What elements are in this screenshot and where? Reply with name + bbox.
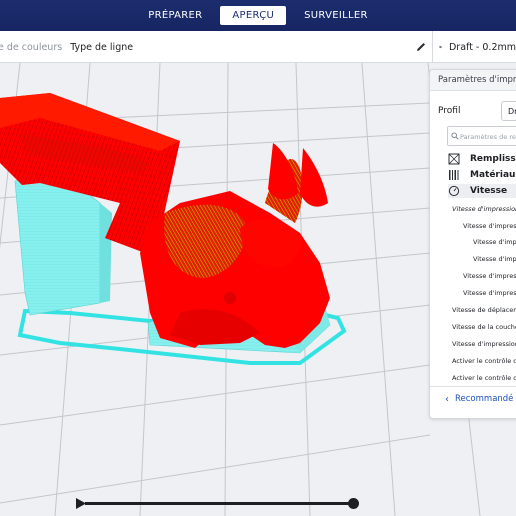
setting-wall-speed[interactable]: Vitesse d'imp [473,238,516,246]
search-icon [451,132,459,140]
settings-search-input[interactable]: Paramètres de rec [447,126,516,146]
color-scheme-value: Type de ligne [70,41,134,53]
setting-travel-speed[interactable]: Vitesse de déplacem [452,306,516,314]
setting-support-speed[interactable]: Vitesse d'impress [463,289,516,297]
setting-initial-layer-speed[interactable]: Vitesse de la couche [452,323,516,331]
setting-outer-wall-speed[interactable]: Vitesse d'imp [473,255,516,263]
category-infill-label: Remplissa [470,154,516,164]
category-material-label: Matériau [470,170,516,180]
print-setup-label: Draft - 0.2mm [448,41,516,53]
tab-prepare[interactable]: PRÉPARER [136,6,214,25]
view-toolbar: e de couleurs Type de ligne Draft - 0.2m… [0,31,516,63]
color-scheme-label: e de couleurs [0,41,63,53]
profile-label: Profil [438,106,461,116]
color-scheme-selector[interactable]: e de couleurs Type de ligne [0,31,432,63]
stage-menu: PRÉPARER APERÇU SURVEILLER [0,0,516,31]
print-settings-panel: Paramètres d'impr Profil Dr Paramètres d… [429,69,516,419]
chevron-left-icon: ‹ [445,393,449,405]
setting-print-speed[interactable]: Vitesse d'impression [452,205,516,213]
print-setup-selector[interactable]: Draft - 0.2mm [432,31,516,63]
category-speed-label: Vitesse [470,186,508,196]
setting-topbottom-speed[interactable]: Vitesse d'impress [463,272,516,280]
speed-icon [448,185,460,197]
recommended-button[interactable]: ‹ Recommandé [430,386,516,411]
setting-accel-control[interactable]: Activer le contrôle d' [452,357,516,365]
setting-jerk-control[interactable]: Activer le contrôle de [452,374,516,382]
layer-slider-track[interactable] [85,502,355,505]
setting-infill-speed[interactable]: Vitesse d'impress [463,222,516,230]
recommended-label: Recommandé [455,394,514,404]
infill-icon [448,153,460,165]
pencil-icon[interactable] [415,41,427,53]
setting-skirt-speed[interactable]: Vitesse d'impression [452,340,516,348]
profile-dropdown[interactable]: Dr [501,101,516,121]
category-infill[interactable]: Remplissa [448,152,516,166]
search-placeholder: Paramètres de rec [460,133,516,141]
category-material[interactable]: Matériau [448,168,516,182]
profile-row: Profil Dr [430,100,516,126]
category-speed[interactable]: Vitesse [448,184,516,198]
tab-preview[interactable]: APERÇU [220,6,287,25]
material-icon [449,170,459,180]
layer-slider-handle[interactable] [348,498,359,509]
tab-monitor[interactable]: SURVEILLER [292,6,380,25]
panel-title: Paramètres d'impr [430,70,516,91]
sliders-icon [439,45,442,49]
